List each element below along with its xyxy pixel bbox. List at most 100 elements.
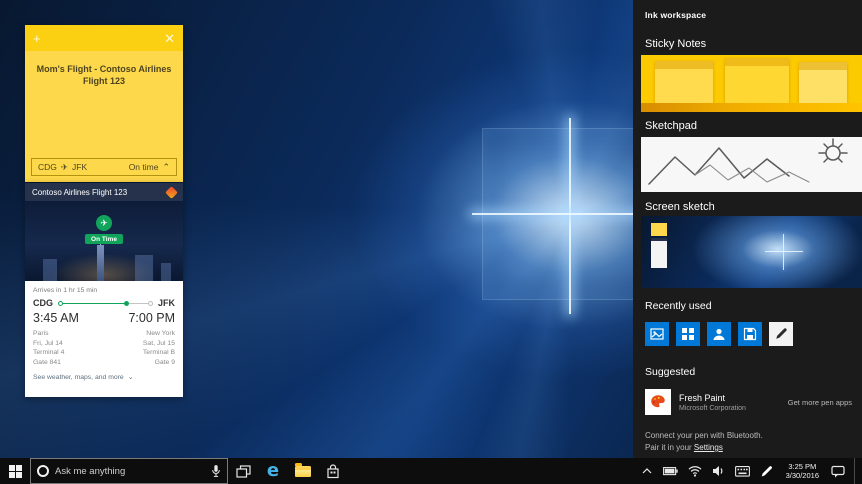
- mini-hero-beam: [765, 251, 803, 252]
- search-box[interactable]: Ask me anything: [30, 458, 228, 484]
- sketchpad-preview[interactable]: [641, 137, 862, 192]
- departure-date: Fri, Jul 14: [33, 339, 63, 349]
- sticky-note-header: + ✕: [25, 25, 183, 51]
- show-desktop-button[interactable]: [854, 458, 858, 484]
- see-more-link[interactable]: See weather, maps, and more ⌄: [33, 373, 175, 381]
- ink-workspace-button[interactable]: [759, 458, 775, 484]
- sticky-note-line2: Flight 123: [25, 75, 183, 87]
- task-view-icon: [236, 465, 251, 478]
- chevron-up-icon: [642, 468, 652, 474]
- airline-logo-icon: [165, 186, 178, 199]
- times-row: 3:45 AM 7:00 PM: [33, 311, 175, 325]
- clock-date: 3/30/2016: [786, 471, 819, 480]
- arrival-terminal: Terminal B: [143, 348, 175, 358]
- task-view-button[interactable]: [228, 458, 258, 484]
- departure-terminal: Terminal 4: [33, 348, 64, 358]
- system-tray: 3:25 PM 3/30/2016: [639, 458, 862, 484]
- pen-hint-line2-text: Pair it in your: [645, 443, 694, 452]
- arrival-countdown: Arrives in 1 hr 15 min: [33, 287, 175, 294]
- sticky-note-line1: Mom's Flight - Contoso Airlines: [25, 63, 183, 75]
- ink-workspace-panel: Ink workspace Sticky Notes Sketchpad: [633, 0, 862, 458]
- volume-status[interactable]: [711, 458, 727, 484]
- suggested-app-name: Fresh Paint: [679, 393, 746, 403]
- ink-workspace-title: Ink workspace: [645, 10, 706, 20]
- recently-used-label: Recently used: [645, 300, 712, 312]
- recent-app-save[interactable]: [738, 322, 762, 346]
- route-start-dot: [58, 301, 63, 306]
- route-row: CDG JFK: [33, 298, 175, 308]
- store-button[interactable]: [318, 458, 348, 484]
- action-center-button[interactable]: [830, 458, 846, 484]
- recent-app-people[interactable]: [707, 322, 731, 346]
- touch-keyboard-button[interactable]: [735, 458, 751, 484]
- taskbar-clock[interactable]: 3:25 PM 3/30/2016: [783, 462, 822, 480]
- plane-icon: ✈: [61, 162, 68, 173]
- detail-row-date: Fri, Jul 14 Sat, Jul 15: [33, 339, 175, 349]
- microphone-icon[interactable]: [211, 464, 221, 478]
- pen-hint-line2: Pair it in your Settings: [645, 442, 763, 454]
- save-icon: [743, 327, 757, 341]
- recent-app-photos[interactable]: [645, 322, 669, 346]
- folder-icon: [295, 466, 311, 477]
- taskbar: Ask me anything e: [0, 458, 862, 484]
- screen-sketch-preview[interactable]: [641, 216, 862, 288]
- sketchpad-drawing: [641, 137, 862, 192]
- photo-icon: [650, 327, 664, 341]
- get-more-pen-apps-link[interactable]: Get more pen apps: [788, 398, 852, 407]
- route-end-dot: [148, 301, 153, 306]
- start-button[interactable]: [0, 458, 30, 484]
- detail-row-terminal: Terminal 4 Terminal B: [33, 348, 175, 358]
- action-center-icon: [831, 465, 845, 478]
- flight-card-header: Contoso Airlines Flight 123: [25, 183, 183, 201]
- arrival-city: New York: [146, 329, 175, 339]
- tray-overflow-button[interactable]: [639, 458, 655, 484]
- note-to-code: JFK: [72, 162, 87, 172]
- sticky-note[interactable]: + ✕ Mom's Flight - Contoso Airlines Flig…: [25, 25, 183, 182]
- sketchpad-label: Sketchpad: [645, 120, 697, 132]
- flight-card-photo: ✈ On Time: [25, 201, 183, 281]
- empire-state-building: [97, 245, 104, 281]
- edge-button[interactable]: e: [258, 458, 288, 484]
- battery-status[interactable]: [663, 458, 679, 484]
- plane-icon: ✈: [96, 215, 112, 231]
- search-input[interactable]: Ask me anything: [55, 466, 205, 477]
- pen-icon: [774, 327, 788, 341]
- flight-card: Contoso Airlines Flight 123 ✈ On Time Ar…: [25, 183, 183, 397]
- keyboard-icon: [735, 466, 750, 477]
- preview-note: [799, 62, 847, 105]
- chevron-up-icon[interactable]: ⌃: [162, 162, 170, 173]
- departure-time: 3:45 AM: [33, 311, 79, 325]
- close-note-button[interactable]: ✕: [164, 32, 175, 45]
- mini-sticky-note: [651, 223, 667, 236]
- preview-note: [655, 61, 713, 106]
- settings-link[interactable]: Settings: [694, 443, 723, 452]
- departure-gate: Gate 841: [33, 358, 61, 368]
- hero-window-vertical-beam: [569, 118, 571, 314]
- pen-pairing-hint: Connect your pen with Bluetooth. Pair it…: [645, 430, 763, 454]
- network-status[interactable]: [687, 458, 703, 484]
- sticky-notes-preview[interactable]: [641, 55, 862, 112]
- add-note-button[interactable]: +: [33, 32, 41, 45]
- ontime-badge: ✈ On Time: [25, 215, 183, 244]
- preview-note: [725, 58, 789, 107]
- route-plane-dot: [124, 301, 129, 306]
- detail-row-city: Paris New York: [33, 329, 175, 339]
- preview-note-band: [641, 103, 862, 112]
- city-building: [161, 263, 171, 281]
- city-building: [135, 255, 153, 281]
- sticky-note-text[interactable]: Mom's Flight - Contoso Airlines Flight 1…: [25, 63, 183, 87]
- fresh-paint-icon: [645, 389, 671, 415]
- flight-progress-line: [58, 300, 153, 307]
- suggested-app-row[interactable]: Fresh Paint Microsoft Corporation Get mo…: [645, 389, 852, 415]
- battery-icon: [663, 466, 678, 476]
- mini-flight-card: [651, 238, 667, 268]
- speaker-icon: [712, 465, 725, 477]
- note-from-code: CDG: [38, 162, 57, 172]
- file-explorer-button[interactable]: [288, 458, 318, 484]
- note-flight-summary[interactable]: CDG ✈ JFK On time ⌃: [31, 158, 177, 176]
- arrival-gate: Gate 9: [155, 358, 175, 368]
- city-building: [43, 259, 57, 281]
- ontime-badge-label: On Time: [85, 234, 123, 244]
- recent-app-onenote[interactable]: [676, 322, 700, 346]
- recent-app-sketch[interactable]: [769, 322, 793, 346]
